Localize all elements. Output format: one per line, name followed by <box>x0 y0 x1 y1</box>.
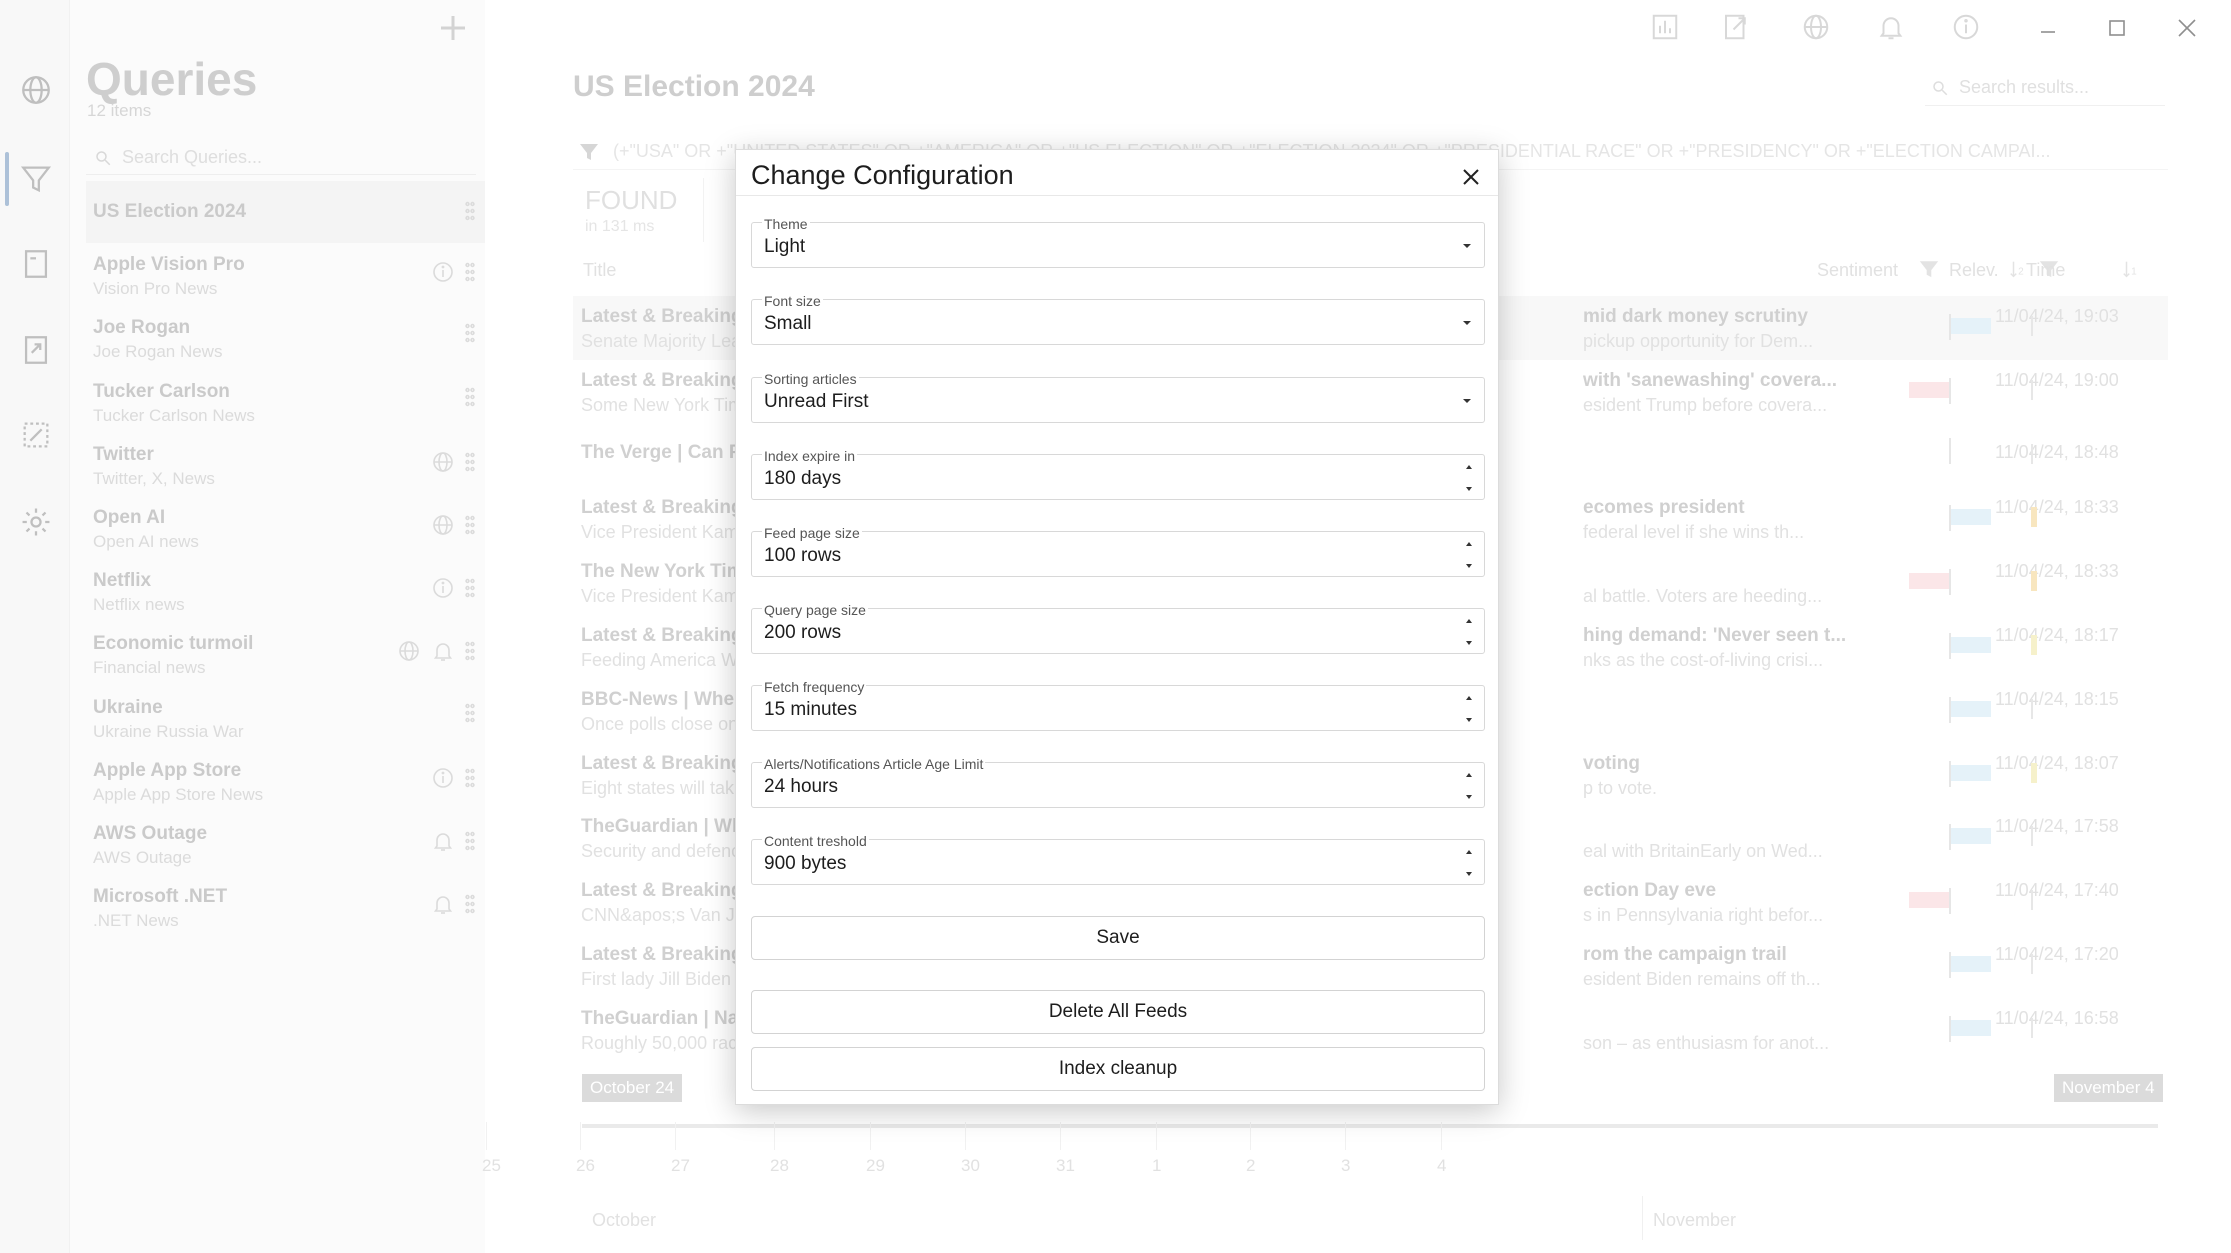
feed-page-size-value: 100 rows <box>764 545 842 566</box>
stepper-arrows[interactable] <box>1462 460 1476 494</box>
theme-select[interactable]: Theme Light <box>751 216 1485 268</box>
chevron-down-icon <box>1466 718 1472 722</box>
chevron-down-icon <box>1466 872 1472 876</box>
chevron-down-icon <box>1460 239 1474 253</box>
save-button[interactable]: Save <box>751 916 1485 960</box>
query-page-size-label: Query page size <box>762 602 868 618</box>
chevron-up-icon <box>1466 619 1472 623</box>
sorting-label: Sorting articles <box>762 371 859 387</box>
content-threshold-value: 900 bytes <box>764 853 847 874</box>
alert-age-limit-label: Alerts/Notifications Article Age Limit <box>762 756 986 772</box>
chevron-up-icon <box>1466 773 1472 777</box>
divider <box>736 195 1498 196</box>
font-size-value: Small <box>764 313 812 334</box>
query-page-size-stepper[interactable]: Query page size 200 rows <box>751 602 1485 654</box>
fetch-frequency-label: Fetch frequency <box>762 679 867 695</box>
font-size-select[interactable]: Font size Small <box>751 293 1485 345</box>
chevron-down-icon <box>1466 487 1472 491</box>
dialog-title: Change Configuration <box>751 160 1014 190</box>
sorting-value: Unread First <box>764 391 869 412</box>
index-expire-stepper[interactable]: Index expire in 180 days <box>751 448 1485 500</box>
delete-all-feeds-button[interactable]: Delete All Feeds <box>751 990 1485 1034</box>
stepper-arrows[interactable] <box>1462 845 1476 879</box>
index-expire-label: Index expire in <box>762 448 858 464</box>
theme-label: Theme <box>762 216 810 232</box>
query-page-size-value: 200 rows <box>764 622 842 643</box>
fetch-frequency-value: 15 minutes <box>764 699 857 720</box>
chevron-up-icon <box>1466 696 1472 700</box>
chevron-down-icon <box>1466 564 1472 568</box>
chevron-down-icon <box>1466 795 1472 799</box>
theme-value: Light <box>764 236 806 257</box>
chevron-up-icon <box>1466 542 1472 546</box>
chevron-up-icon <box>1466 850 1472 854</box>
stepper-arrows[interactable] <box>1462 537 1476 571</box>
change-configuration-dialog: Change Configuration Theme Light Font si… <box>735 149 1499 1105</box>
feed-page-size-label: Feed page size <box>762 525 862 541</box>
stepper-arrows[interactable] <box>1462 614 1476 648</box>
chevron-up-icon <box>1466 465 1472 469</box>
close-dialog-button[interactable] <box>1454 160 1488 194</box>
chevron-down-icon <box>1460 316 1474 330</box>
alert-age-limit-stepper[interactable]: Alerts/Notifications Article Age Limit 2… <box>751 756 1485 808</box>
stepper-arrows[interactable] <box>1462 768 1476 802</box>
fetch-frequency-stepper[interactable]: Fetch frequency 15 minutes <box>751 679 1485 731</box>
alert-age-limit-value: 24 hours <box>764 776 838 797</box>
font-size-label: Font size <box>762 293 823 309</box>
content-threshold-stepper[interactable]: Content treshold 900 bytes <box>751 833 1485 885</box>
index-expire-value: 180 days <box>764 468 842 489</box>
chevron-down-icon <box>1460 394 1474 408</box>
chevron-down-icon <box>1466 641 1472 645</box>
sorting-select[interactable]: Sorting articles Unread First <box>751 371 1485 423</box>
feed-page-size-stepper[interactable]: Feed page size 100 rows <box>751 525 1485 577</box>
content-threshold-label: Content treshold <box>762 833 869 849</box>
index-cleanup-button[interactable]: Index cleanup <box>751 1047 1485 1091</box>
stepper-arrows[interactable] <box>1462 691 1476 725</box>
close-icon <box>1463 169 1479 185</box>
